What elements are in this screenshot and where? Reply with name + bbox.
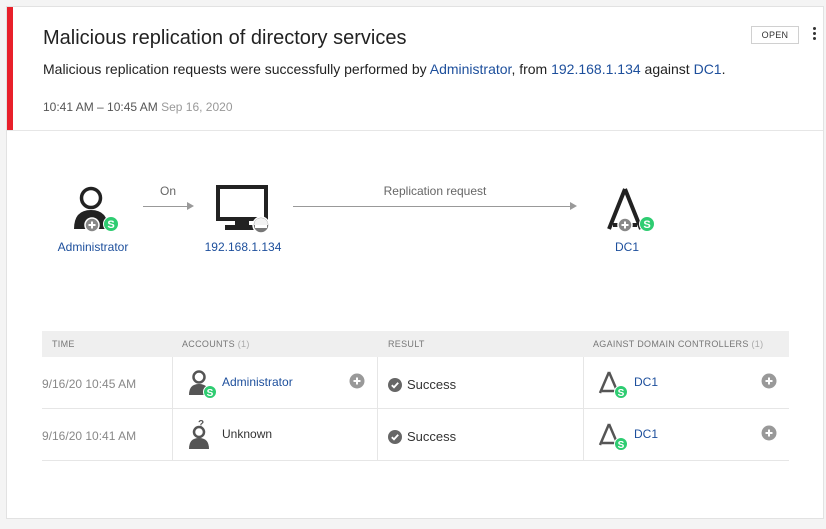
desc-mid2: against xyxy=(640,61,694,77)
col-header-result-label: RESULT xyxy=(388,339,425,349)
computer-icon[interactable] xyxy=(215,185,273,235)
row-result-label: Success xyxy=(407,377,457,392)
desc-suffix: . xyxy=(721,61,726,77)
alert-time-range: 10:41 AM – 10:45 AM xyxy=(43,100,158,114)
table-row: 9/16/20 10:45 AM S Administrator Success xyxy=(42,357,789,409)
col-header-dcs-count: (1) xyxy=(751,339,764,349)
alert-time: 10:41 AM – 10:45 AM Sep 16, 2020 xyxy=(43,100,233,114)
col-header-accounts: ACCOUNTS (1) xyxy=(182,339,250,349)
severity-accent-bar xyxy=(7,7,13,130)
col-header-dcs-label: AGAINST DOMAIN CONTROLLERS xyxy=(593,339,749,349)
row-result: Success xyxy=(388,429,456,444)
row-result-label: Success xyxy=(407,429,457,444)
plus-circle-icon[interactable] xyxy=(349,373,365,389)
check-circle-icon xyxy=(388,377,402,392)
alert-title: Malicious replication of directory servi… xyxy=(43,27,407,49)
check-circle-icon xyxy=(388,429,402,444)
svg-text:S: S xyxy=(618,440,625,451)
desc-account-link[interactable]: Administrator xyxy=(430,61,512,77)
row-account-link[interactable]: Administrator xyxy=(222,375,293,389)
col-header-result: RESULT xyxy=(388,339,425,349)
plus-circle-icon[interactable] xyxy=(761,425,777,441)
row-time: 9/16/20 10:41 AM xyxy=(42,429,137,443)
cell-divider xyxy=(583,409,584,461)
row-dc-link[interactable]: DC1 xyxy=(634,375,658,389)
col-header-time: TIME xyxy=(52,339,75,349)
desc-ip-link[interactable]: 192.168.1.134 xyxy=(551,61,641,77)
flow-edge-on-arrow xyxy=(143,202,194,210)
alert-card: Malicious replication of directory servi… xyxy=(6,6,824,519)
more-vertical-icon[interactable] xyxy=(809,25,819,45)
sensitive-s-badge-icon: S xyxy=(639,216,655,232)
cell-divider xyxy=(172,357,173,409)
desc-mid1: , from xyxy=(511,61,552,77)
table-header: TIME ACCOUNTS (1) RESULT AGAINST DOMAIN … xyxy=(42,331,789,357)
table-row: 9/16/20 10:41 AM ? Unknown Success S DC1 xyxy=(42,409,789,461)
col-header-dcs: AGAINST DOMAIN CONTROLLERS (1) xyxy=(593,339,763,349)
domain-controller-icon: S xyxy=(598,421,632,451)
row-account-name: Unknown xyxy=(222,427,273,441)
cell-divider xyxy=(172,409,173,461)
flow-source-account[interactable]: Administrator xyxy=(58,240,129,254)
status-open-button[interactable]: OPEN xyxy=(751,26,799,44)
flow-device-ip[interactable]: 192.168.1.134 xyxy=(205,240,282,254)
row-dc-link[interactable]: DC1 xyxy=(634,427,658,441)
desc-prefix: Malicious replication requests were succ… xyxy=(43,61,430,77)
flow-target-dc[interactable]: DC1 xyxy=(615,240,639,254)
unknown-user-icon: ? xyxy=(187,417,213,451)
alert-description: Malicious replication requests were succ… xyxy=(43,61,725,77)
flow-edge-replication-arrow xyxy=(293,202,577,210)
svg-text:S: S xyxy=(107,219,114,231)
domain-controller-icon: S xyxy=(598,369,632,399)
cell-divider xyxy=(583,357,584,409)
alert-header: Malicious replication of directory servi… xyxy=(7,7,823,131)
cell-divider xyxy=(377,357,378,409)
col-header-time-label: TIME xyxy=(52,339,75,349)
svg-text:S: S xyxy=(643,219,650,231)
flow-edge-on-label: On xyxy=(159,184,177,198)
svg-text:S: S xyxy=(207,388,214,399)
alert-date: Sep 16, 2020 xyxy=(161,100,233,114)
col-header-accounts-count: (1) xyxy=(237,339,250,349)
desc-dc-link[interactable]: DC1 xyxy=(694,61,722,77)
col-header-accounts-label: ACCOUNTS xyxy=(182,339,235,349)
row-result: Success xyxy=(388,377,456,392)
user-icon: S xyxy=(187,369,217,399)
flow-edge-replication-label: Replication request xyxy=(383,184,487,198)
row-time: 9/16/20 10:45 AM xyxy=(42,377,137,391)
cell-divider xyxy=(377,409,378,461)
sensitive-s-badge-icon: S xyxy=(103,216,119,232)
activity-table: TIME ACCOUNTS (1) RESULT AGAINST DOMAIN … xyxy=(42,331,789,461)
svg-text:S: S xyxy=(618,388,625,399)
plus-circle-icon[interactable] xyxy=(761,373,777,389)
